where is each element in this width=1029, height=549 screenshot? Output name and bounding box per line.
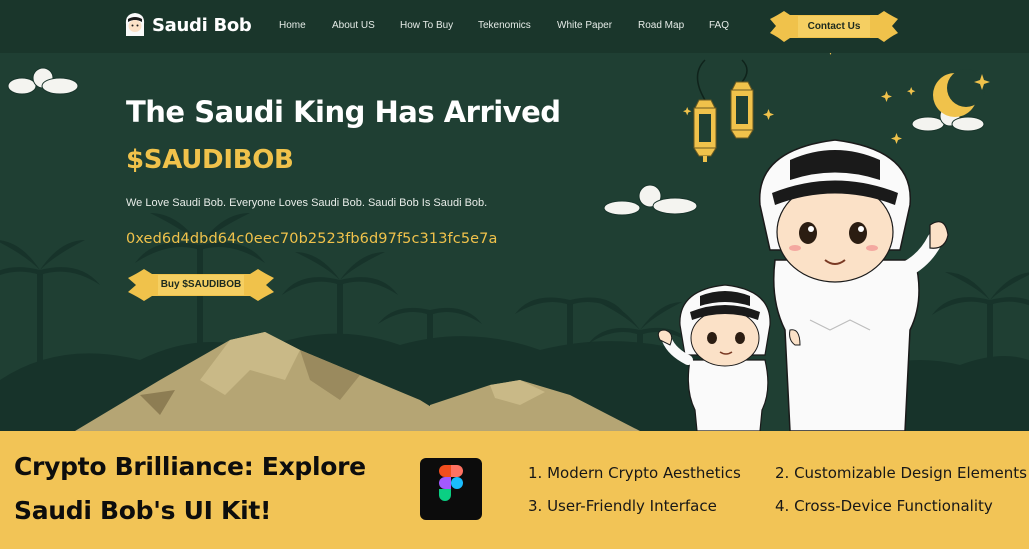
crescent-moon-icon xyxy=(933,69,990,117)
nav-road-map[interactable]: Road Map xyxy=(638,20,684,31)
feature-item: 2. Customizable Design Elements xyxy=(775,464,1027,482)
feature-item: 3. User-Friendly Interface xyxy=(528,497,717,515)
hero-section: Saudi Bob Home About US How To Buy Teken… xyxy=(0,0,1029,431)
hero-title: The Saudi King Has Arrived xyxy=(126,95,561,129)
brand-name: Saudi Bob xyxy=(152,14,252,36)
promo-title-line1: Crypto Brilliance: Explore xyxy=(14,452,366,481)
nav-home[interactable]: Home xyxy=(279,20,306,31)
contact-us-button[interactable]: Contact Us xyxy=(768,9,900,44)
hero-illustration xyxy=(0,44,1029,431)
brand-logo[interactable]: Saudi Bob xyxy=(124,12,252,38)
contract-address[interactable]: 0xed6d4dbd64c0eec70b2523fb6d97f5c313fc5e… xyxy=(126,231,497,247)
hero-tagline: We Love Saudi Bob. Everyone Loves Saudi … xyxy=(126,197,488,209)
contact-us-label: Contact Us xyxy=(807,21,861,32)
sparkle-decor xyxy=(683,44,916,144)
saudi-bob-avatar-icon xyxy=(125,13,145,36)
buy-saudibob-label: Buy $SAUDIBOB xyxy=(160,279,242,290)
lantern-icon xyxy=(693,59,754,162)
ui-kit-promo-banner: Crypto Brilliance: Explore Saudi Bob's U… xyxy=(0,431,1029,549)
buy-saudibob-button[interactable]: Buy $SAUDIBOB xyxy=(126,267,276,303)
nav-faq[interactable]: FAQ xyxy=(709,20,729,31)
feature-item: 4. Cross-Device Functionality xyxy=(775,497,993,515)
promo-title-line2: Saudi Bob's UI Kit! xyxy=(14,496,272,525)
top-navbar: Saudi Bob Home About US How To Buy Teken… xyxy=(0,0,1029,53)
nav-tekenomics[interactable]: Tekenomics xyxy=(478,20,531,31)
figma-logo-icon xyxy=(420,458,482,520)
nav-how-to-buy[interactable]: How To Buy xyxy=(400,20,453,31)
nav-white-paper[interactable]: White Paper xyxy=(557,20,612,31)
nav-about-us[interactable]: About US xyxy=(332,20,375,31)
feature-item: 1. Modern Crypto Aesthetics xyxy=(528,464,741,482)
token-ticker: $SAUDIBOB xyxy=(126,145,294,175)
